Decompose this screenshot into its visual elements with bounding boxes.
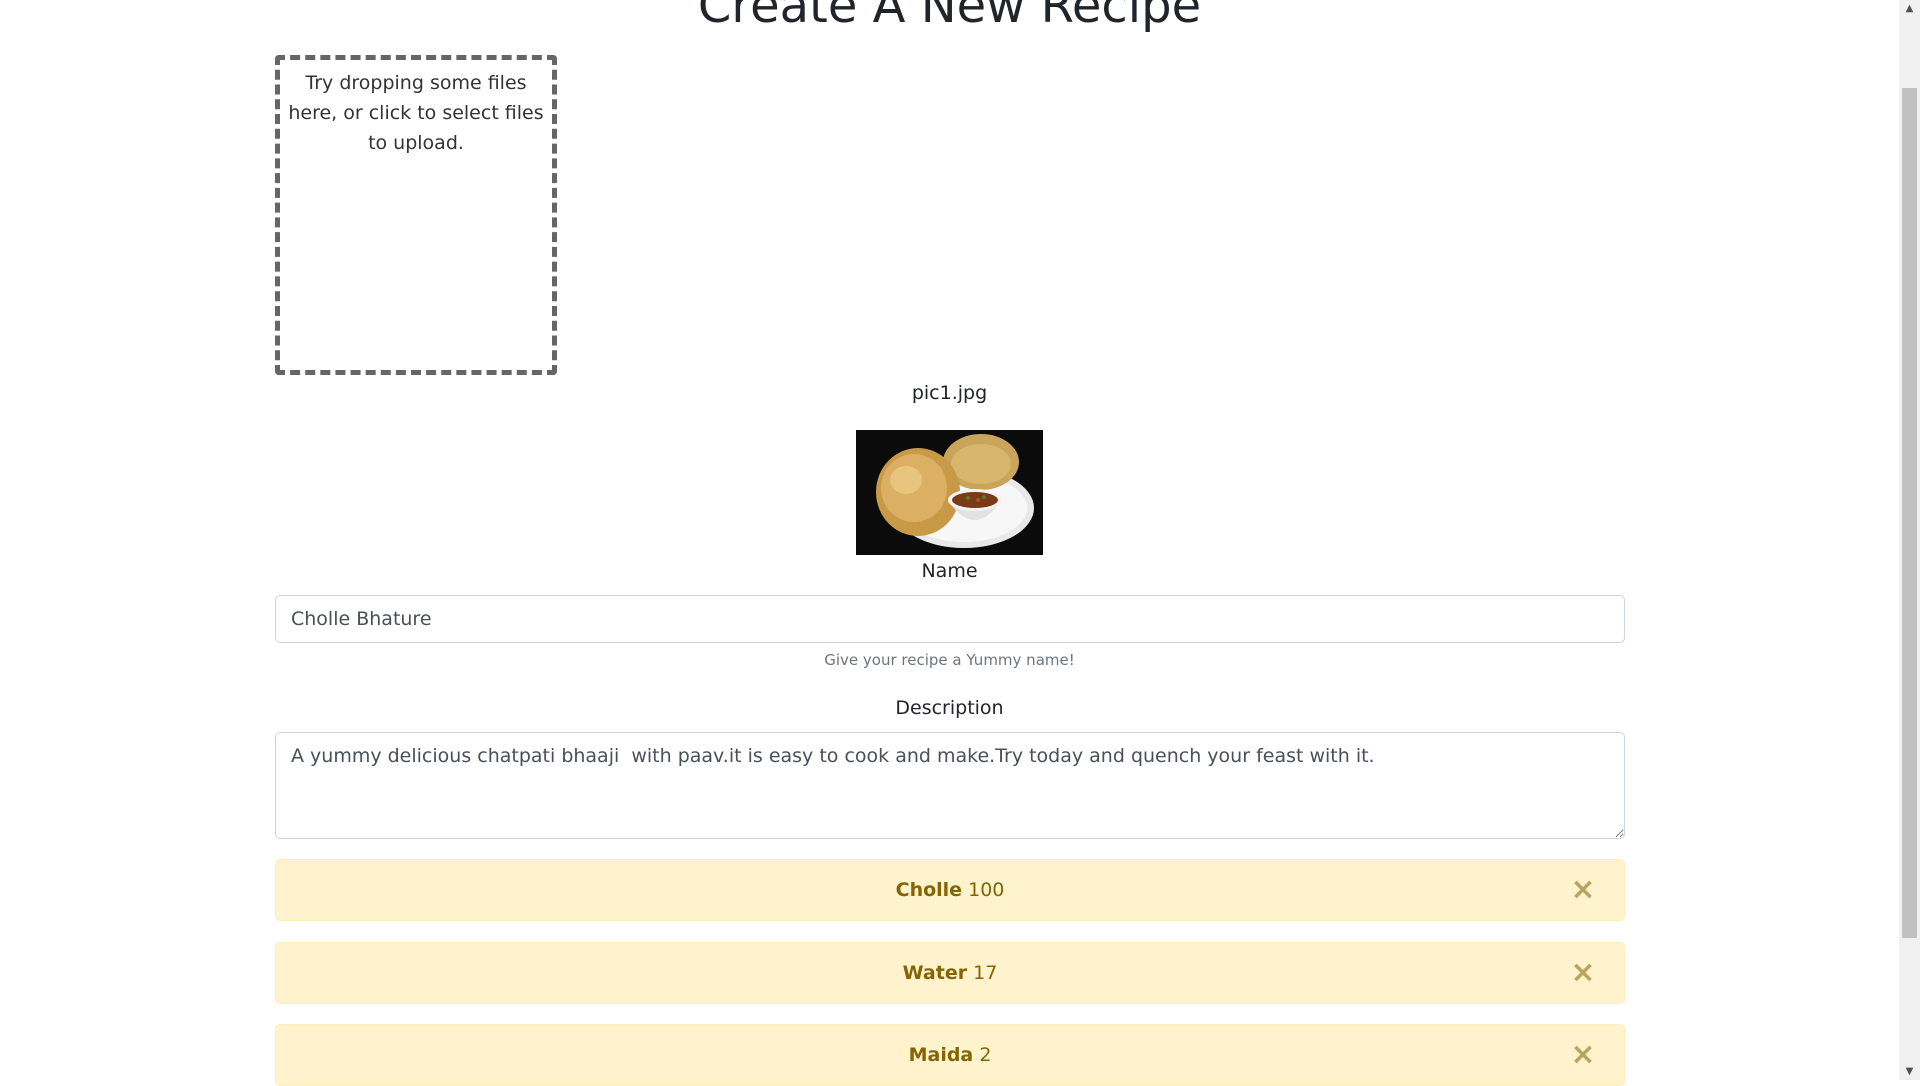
ingredient-text: Cholle 100	[276, 860, 1624, 920]
scroll-down-arrow-icon[interactable]: ▼	[1899, 1063, 1920, 1080]
remove-ingredient-button[interactable]: ×	[1568, 860, 1598, 920]
remove-ingredient-button[interactable]: ×	[1568, 943, 1598, 1003]
description-label: Description	[895, 697, 1004, 719]
dropzone-text: Try dropping some files here, or click t…	[288, 72, 544, 154]
ingredient-name: Water	[902, 962, 968, 984]
scrollbar-thumb[interactable]	[1902, 88, 1917, 938]
ingredient-quantity: 17	[973, 962, 998, 984]
description-textarea[interactable]: A yummy delicious chatpati bhaaji with p…	[275, 732, 1625, 839]
ingredient-quantity: 2	[979, 1044, 992, 1066]
name-input[interactable]	[275, 595, 1625, 643]
ingredient-name: Maida	[908, 1044, 974, 1066]
recipe-image-preview	[856, 430, 1043, 555]
ingredient-item: Water 17 ×	[275, 942, 1625, 1004]
food-photo-icon	[856, 430, 1043, 555]
scroll-up-arrow-icon[interactable]: ▲	[1899, 0, 1920, 17]
ingredient-text: Water 17	[276, 943, 1624, 1003]
name-label: Name	[921, 560, 978, 582]
remove-ingredient-button[interactable]: ×	[1568, 1025, 1598, 1085]
ingredient-text: Maida 2	[276, 1025, 1624, 1085]
ingredient-name: Cholle	[895, 879, 963, 901]
file-dropzone[interactable]: Try dropping some files here, or click t…	[275, 55, 557, 375]
vertical-scrollbar[interactable]: ▲ ▼	[1899, 0, 1920, 1080]
ingredient-item: Cholle 100 ×	[275, 859, 1625, 921]
ingredient-item: Maida 2 ×	[275, 1024, 1625, 1086]
uploaded-file-name: pic1.jpg	[911, 382, 988, 404]
page-title: Create A New Recipe	[697, 0, 1202, 34]
name-help-text: Give your recipe a Yummy name!	[824, 651, 1075, 669]
ingredient-quantity: 100	[968, 879, 1005, 901]
